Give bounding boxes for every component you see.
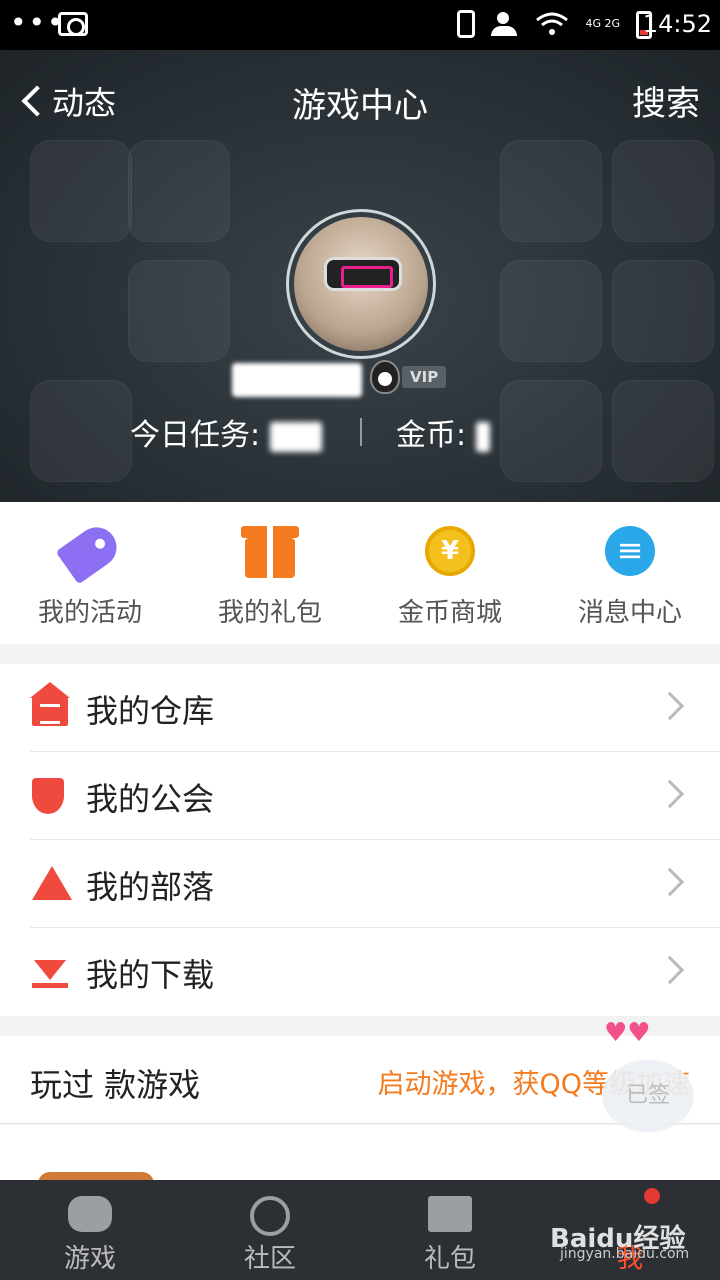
tab-gifts[interactable]: 礼包 xyxy=(360,1180,540,1280)
download-icon xyxy=(32,954,68,990)
gamepad-icon xyxy=(68,1196,112,1232)
warehouse-icon xyxy=(30,682,70,726)
username-redacted xyxy=(232,363,362,397)
stats-divider xyxy=(360,418,362,446)
chevron-right-icon xyxy=(655,779,685,809)
menu-item-warehouse[interactable]: 我的仓库 xyxy=(30,664,720,752)
menu-item-downloads[interactable]: 我的下载 xyxy=(30,928,720,1016)
quick-actions: 我的活动 我的礼包 ¥ 金币商城 消息中心 xyxy=(0,502,720,644)
vip-label: VIP xyxy=(402,366,447,388)
clock: 14:52 xyxy=(642,10,712,38)
contacts-icon xyxy=(491,10,519,38)
message-icon xyxy=(605,526,655,576)
daily-task-label: 今日任务: xyxy=(130,418,261,453)
screenshot-icon xyxy=(58,12,88,36)
menu-label: 我的下载 xyxy=(86,956,215,994)
status-icons: 4G 2G xyxy=(457,10,620,38)
gift-icon xyxy=(428,1196,472,1232)
vip-badge[interactable]: VIP xyxy=(370,360,447,394)
avatar[interactable] xyxy=(286,209,436,359)
guild-shield-icon xyxy=(32,778,64,814)
daily-task-value-redacted xyxy=(269,421,322,452)
search-button[interactable]: 搜索 xyxy=(632,76,700,125)
menu-label: 我的公会 xyxy=(86,780,215,818)
quick-label: 消息中心 xyxy=(577,598,682,628)
bg-tile xyxy=(612,140,714,242)
chevron-right-icon xyxy=(655,691,685,721)
vibrate-icon xyxy=(457,10,476,38)
quick-my-activities[interactable]: 我的活动 xyxy=(0,502,180,644)
daily-sign-button[interactable]: 已签 xyxy=(602,1060,694,1132)
menu-item-guild[interactable]: 我的公会 xyxy=(30,752,720,840)
bg-tile xyxy=(612,380,714,482)
coins-value-redacted xyxy=(475,421,490,452)
menu-label: 我的部落 xyxy=(86,868,215,906)
qq-penguin-icon xyxy=(370,360,400,394)
community-icon xyxy=(250,1196,290,1236)
menu-label: 我的仓库 xyxy=(86,692,215,730)
quick-my-gifts[interactable]: 我的礼包 xyxy=(180,502,360,644)
hearts-icon: ♥♥ xyxy=(604,1018,651,1048)
quick-coin-mall[interactable]: ¥ 金币商城 xyxy=(360,502,540,644)
bg-tile xyxy=(128,260,230,362)
tab-games[interactable]: 游戏 xyxy=(0,1180,180,1280)
tab-label: 社区 xyxy=(243,1244,296,1274)
tag-icon xyxy=(55,519,125,585)
tab-community[interactable]: 社区 xyxy=(180,1180,360,1280)
tab-label: 礼包 xyxy=(423,1244,476,1274)
bg-tile xyxy=(30,380,132,482)
quick-label: 金币商城 xyxy=(397,598,502,628)
page-title: 游戏中心 xyxy=(292,86,428,126)
bg-tile xyxy=(500,380,602,482)
daily-task[interactable]: 今日任务: xyxy=(130,410,322,454)
coins[interactable]: 金币: xyxy=(396,410,490,454)
bg-tile xyxy=(612,260,714,362)
bg-tile xyxy=(128,140,230,242)
signal-text: 4G 2G xyxy=(585,17,620,30)
gift-icon xyxy=(241,526,299,578)
bg-tile xyxy=(500,260,602,362)
menu-list: 我的仓库 我的公会 我的部落 我的下载 xyxy=(0,664,720,1016)
played-count-text: 玩过 款游戏 xyxy=(30,1066,201,1104)
chevron-right-icon xyxy=(655,867,685,897)
me-icon xyxy=(643,1188,660,1204)
coins-label: 金币: xyxy=(396,418,467,453)
profile-header: 动态 游戏中心 搜索 VIP 今日任务: 金币: xyxy=(0,50,720,502)
coin-medal-icon: ¥ xyxy=(425,526,475,576)
bg-tile xyxy=(30,140,132,242)
quick-label: 我的活动 xyxy=(37,598,142,628)
quick-label: 我的礼包 xyxy=(217,598,322,628)
quick-message-center[interactable]: 消息中心 xyxy=(540,502,720,644)
bg-tile xyxy=(500,140,602,242)
chevron-right-icon xyxy=(655,955,685,985)
tent-icon xyxy=(32,866,72,900)
menu-item-tribe[interactable]: 我的部落 xyxy=(30,840,720,928)
tab-label: 游戏 xyxy=(63,1244,116,1274)
status-bar: ••• 4G 2G 14:52 xyxy=(0,0,720,50)
avatar-image xyxy=(294,217,428,351)
baidu-watermark-url: jingyan.baidu.com xyxy=(560,1246,690,1262)
wifi-icon xyxy=(535,10,569,38)
